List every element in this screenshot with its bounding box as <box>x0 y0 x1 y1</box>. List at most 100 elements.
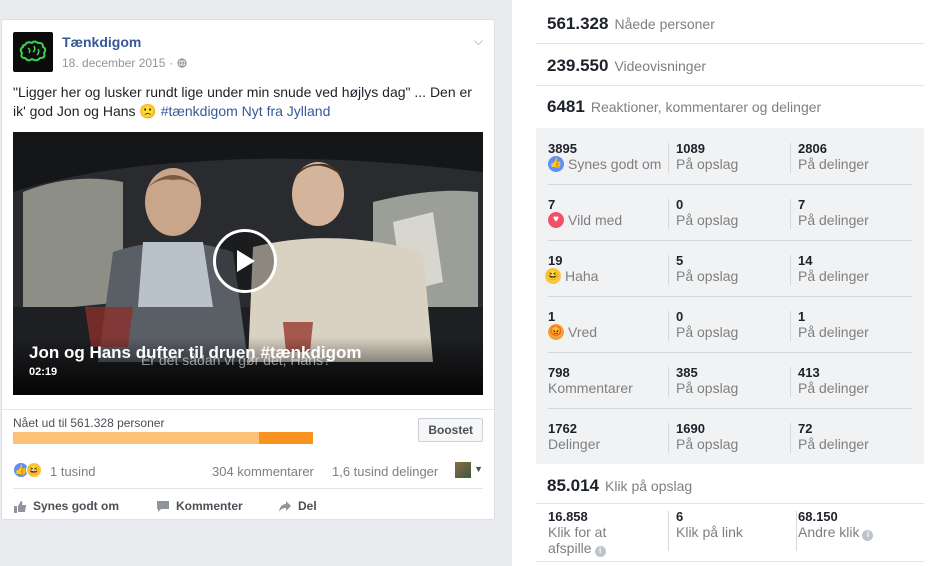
column-divider <box>668 511 669 551</box>
breakdown-total: 1 😡 Vred <box>548 309 666 340</box>
column-divider <box>668 423 669 453</box>
play-icon <box>237 250 255 272</box>
breakdown-total-label-row: Kommentarer <box>548 380 666 396</box>
metric-reach-value: 561.328 <box>547 14 609 33</box>
comment-button-label: Kommenter <box>176 499 243 513</box>
post-card: Tænkdigom 18. december 2015 · ⌵ "Ligger … <box>1 19 495 520</box>
metric-clicks-value: 85.014 <box>547 476 599 495</box>
row-divider <box>548 240 912 241</box>
breakdown-total: 1762 Delinger <box>548 421 666 452</box>
breakdown-total-value: 19 <box>548 253 563 268</box>
breakdown-on-shares-label-row: På delinger <box>798 156 916 172</box>
breakdown-on-shares-value: 2806 <box>798 141 827 156</box>
divider <box>536 503 924 504</box>
click-metric-value: 68.150 <box>798 509 838 524</box>
breakdown-on-shares-label-row: På delinger <box>798 268 916 284</box>
breakdown-on-shares-label-row: På delinger <box>798 324 916 340</box>
column-divider <box>790 311 791 341</box>
like-button[interactable]: Synes godt om <box>13 499 119 513</box>
post-date[interactable]: 18. december 2015 · <box>62 56 188 70</box>
post-date-text: 18. december 2015 <box>62 56 166 70</box>
viewer-avatar[interactable] <box>455 462 471 478</box>
breakdown-total-label: Vild med <box>568 212 623 228</box>
post-text: "Ligger her og lusker rundt lige under m… <box>13 83 483 121</box>
page-name-link[interactable]: Tænkdigom <box>62 34 141 50</box>
reaction-icons[interactable]: 👍 😆 <box>13 462 42 478</box>
breakdown-on-shares: 7 På delinger <box>798 197 916 228</box>
metric-views-value: 239.550 <box>547 56 609 75</box>
reactions-count[interactable]: 1 tusind <box>50 464 96 479</box>
breakdown-on-shares-label: På delinger <box>798 212 869 228</box>
breakdown-on-post: 5 På opslag <box>676 253 794 284</box>
metric-reach-label: Nåede personer <box>614 16 715 32</box>
breakdown-total-label: Haha <box>565 268 599 284</box>
comments-count[interactable]: 304 kommentarer <box>212 464 314 479</box>
divider <box>536 561 924 562</box>
breakdown-on-shares-value: 14 <box>798 253 813 268</box>
post-header: Tænkdigom 18. december 2015 · ⌵ <box>13 32 483 74</box>
column-divider <box>668 143 669 173</box>
breakdown-on-post-label: På opslag <box>676 156 739 172</box>
column-divider <box>668 199 669 229</box>
play-button[interactable] <box>213 229 277 293</box>
page-avatar[interactable] <box>13 32 53 72</box>
metric-engagement-value: 6481 <box>547 97 585 116</box>
metric-clicks-label: Klik på opslag <box>605 478 693 494</box>
share-arrow-icon <box>279 500 291 512</box>
breakdown-total: 798 Kommentarer <box>548 365 666 396</box>
column-divider <box>790 367 791 397</box>
breakdown-on-shares-label-row: På delinger <box>798 436 916 452</box>
breakdown-total-label-row: Delinger <box>548 436 666 452</box>
metric-reach: 561.328 Nåede personer <box>547 14 715 34</box>
reach-progress-bar[interactable] <box>13 432 313 444</box>
breakdown-on-post: 0 På opslag <box>676 309 794 340</box>
share-button[interactable]: Del <box>278 499 317 513</box>
breakdown-total-label-row: 👍 Synes godt om <box>548 156 666 172</box>
haha-icon: 😆 <box>545 268 561 284</box>
breakdown-total-label: Kommentarer <box>548 380 633 396</box>
breakdown-total-value: 7 <box>548 197 556 212</box>
breakdown-on-shares-label-row: På delinger <box>798 380 916 396</box>
breakdown-total-value: 1 <box>548 309 556 324</box>
breakdown-on-shares-label: På delinger <box>798 324 869 340</box>
video-player[interactable]: Er det sådan vi gør det, Hans? Jon og Ha… <box>13 132 483 395</box>
breakdown-on-post-label: På opslag <box>676 324 739 340</box>
chevron-down-icon[interactable]: ⌵ <box>474 34 483 49</box>
divider <box>536 43 924 44</box>
info-icon[interactable]: i <box>862 529 874 541</box>
breakdown-on-shares-label-row: På delinger <box>798 212 916 228</box>
location-tag-link[interactable]: Nyt fra Jylland <box>238 103 331 119</box>
breakdown-on-post-value: 0 <box>676 197 684 212</box>
breakdown-on-post-value: 385 <box>676 365 698 380</box>
breakdown-on-shares: 413 På delinger <box>798 365 916 396</box>
column-divider <box>668 311 669 341</box>
reach-organic-fill <box>13 432 259 444</box>
breakdown-total-value: 1762 <box>548 421 577 436</box>
breakdown-on-post-label: På opslag <box>676 212 739 228</box>
breakdown-on-shares: 72 På delinger <box>798 421 916 452</box>
dot-separator: · <box>169 56 174 70</box>
click-metric: 68.150 Andre klik i <box>798 509 916 541</box>
column-divider <box>790 423 791 453</box>
hashtag-link[interactable]: #tænkdigom <box>161 103 238 119</box>
comment-icon <box>157 500 169 512</box>
breakdown-on-post-value: 5 <box>676 253 684 268</box>
breakdown-total-label: Synes godt om <box>568 156 662 172</box>
row-divider <box>548 184 912 185</box>
breakdown-on-post-label: På opslag <box>676 268 739 284</box>
breakdown-on-post: 0 På opslag <box>676 197 794 228</box>
breakdown-on-shares: 14 På delinger <box>798 253 916 284</box>
column-divider <box>790 199 791 229</box>
column-divider <box>790 255 791 285</box>
caret-down-icon[interactable]: ▼ <box>474 464 483 474</box>
comment-button[interactable]: Kommenter <box>156 499 243 513</box>
shares-count[interactable]: 1,6 tusind delinger <box>332 464 438 479</box>
love-icon: ♥ <box>548 212 564 228</box>
breakdown-on-post-label-row: På opslag <box>676 212 794 228</box>
breakdown-on-post-label: På opslag <box>676 380 739 396</box>
like-icon: 👍 <box>548 156 564 172</box>
boost-button[interactable]: Boostet <box>418 418 483 442</box>
info-icon[interactable]: i <box>594 545 606 557</box>
column-divider <box>668 255 669 285</box>
breakdown-on-shares-value: 1 <box>798 309 806 324</box>
